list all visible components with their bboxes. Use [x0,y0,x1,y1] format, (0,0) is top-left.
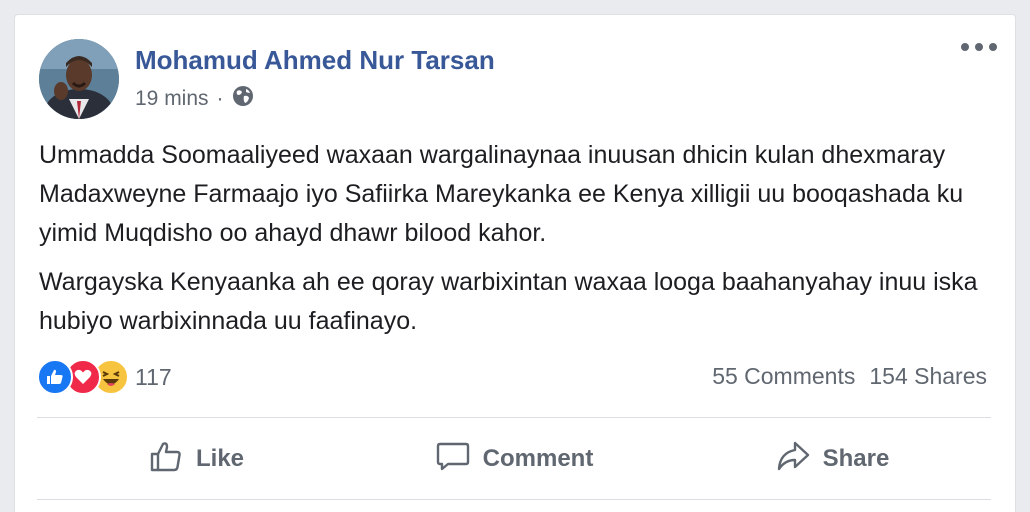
comments-count-link[interactable]: 55 Comments [712,363,855,390]
share-button[interactable]: Share [673,435,991,483]
like-label: Like [195,445,245,472]
comment-button[interactable]: Comment [355,435,673,483]
post-paragraph: Wargayska Kenyaanka ah ee qoray warbixin… [39,268,978,335]
author-avatar[interactable] [39,39,119,119]
share-label: Share [822,445,890,472]
avatar-image [39,39,119,119]
comment-bubble-icon [435,438,471,481]
post-body: Ummadda Soomaaliyeed waxaan wargalinayna… [39,136,1004,341]
post-actions: Like Comment Share [37,435,991,483]
comment-label: Comment [482,445,594,472]
divider [37,417,991,418]
like-button[interactable]: Like [37,435,355,483]
like-reaction-icon [37,359,73,395]
thumbs-up-icon [148,438,184,481]
meta-separator: · [216,87,224,110]
reaction-count: 117 [135,363,172,390]
shares-count-link[interactable]: 154 Shares [869,363,987,390]
author-name[interactable]: Mohamud Ahmed Nur Tarsan [135,45,495,76]
ellipsis-dot [961,43,969,51]
post-paragraph: Ummadda Soomaaliyeed waxaan wargalinayna… [39,141,964,247]
post-time[interactable]: 19 mins [135,87,209,111]
ellipsis-dot [975,43,983,51]
divider [37,499,991,500]
globe-icon[interactable] [232,85,254,113]
reactions-summary[interactable]: 117 [37,359,172,395]
ellipsis-dot [989,43,997,51]
engagement-counts: 55 Comments 154 Shares [712,363,987,390]
post-meta: 19 mins · [135,85,254,113]
share-arrow-icon [775,438,811,481]
ellipsis-icon[interactable] [961,37,997,57]
post-card: Mohamud Ahmed Nur Tarsan 19 mins · Ummad… [14,14,1016,512]
